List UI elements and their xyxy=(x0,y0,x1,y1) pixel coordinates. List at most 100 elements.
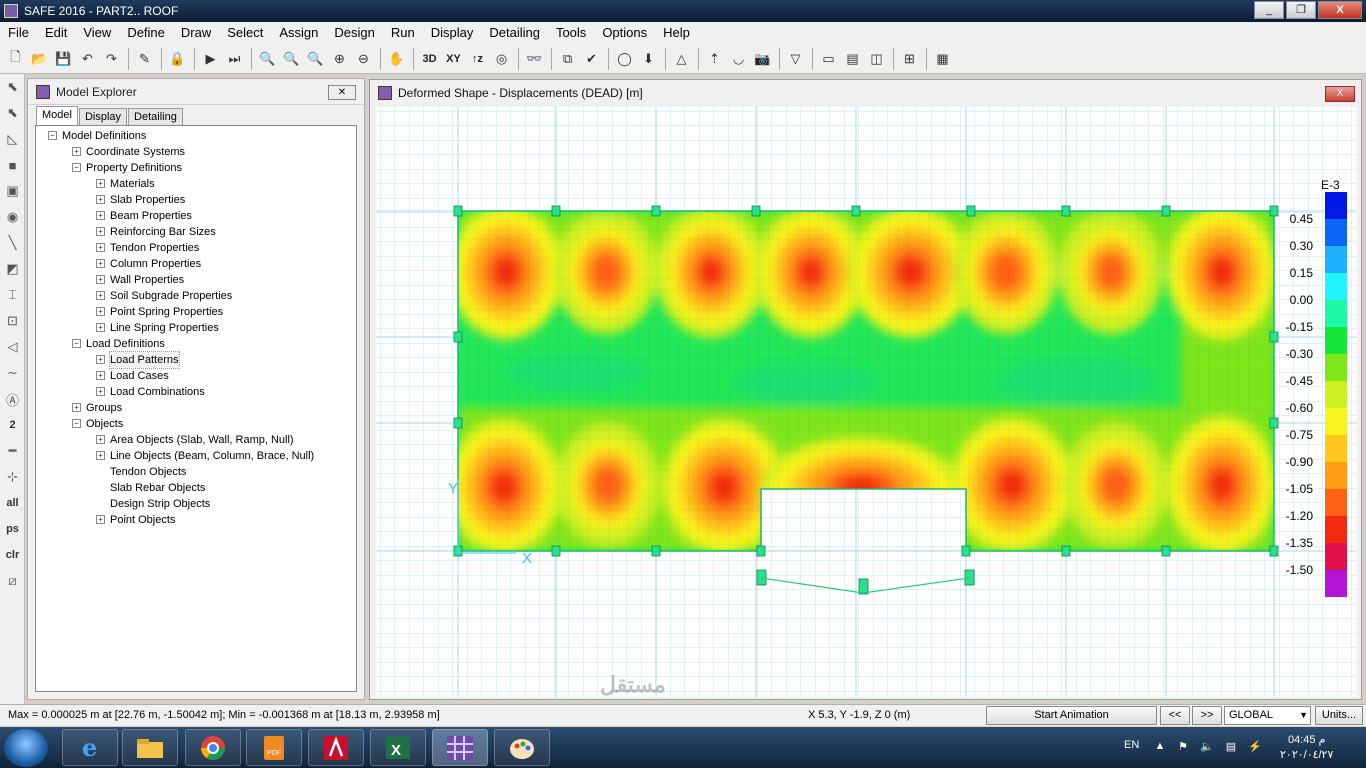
check-icon[interactable]: ✔ xyxy=(580,47,603,70)
tree-node[interactable]: + Column Properties xyxy=(36,256,356,272)
pdf-reader-icon[interactable]: PDF xyxy=(246,729,302,766)
collapse-icon[interactable]: − xyxy=(48,131,57,140)
view-3d-button[interactable]: 3D xyxy=(418,47,441,70)
tree-node[interactable]: + Line Objects (Beam, Column, Brace, Null… xyxy=(36,448,356,464)
triangle-icon[interactable]: △ xyxy=(670,47,693,70)
collapse-icon[interactable]: − xyxy=(72,339,81,348)
grid-icon[interactable]: ⊞ xyxy=(898,47,921,70)
expand-icon[interactable]: + xyxy=(96,227,105,236)
dimension-icon[interactable]: 2 xyxy=(0,412,25,438)
tree-node[interactable]: + Slab Properties xyxy=(36,192,356,208)
lock-icon[interactable]: 🔒 xyxy=(166,47,189,70)
tab-detailing[interactable]: Detailing xyxy=(128,108,183,126)
expand-icon[interactable]: + xyxy=(96,243,105,252)
clear-selection-button[interactable]: clr xyxy=(0,542,25,568)
menu-run[interactable]: Run xyxy=(383,22,423,44)
tree-node[interactable]: + Point Objects xyxy=(36,512,356,528)
menu-select[interactable]: Select xyxy=(219,22,271,44)
expand-icon[interactable]: + xyxy=(96,195,105,204)
maximize-button[interactable]: ❐ xyxy=(1286,1,1316,19)
chrome-icon[interactable] xyxy=(185,729,241,766)
camera-icon[interactable]: 📷 xyxy=(751,47,774,70)
zoom-window-icon[interactable]: 🔍 xyxy=(256,47,279,70)
draw-area-icon[interactable]: ◺ xyxy=(0,126,25,152)
model-view[interactable]: X Y E-3 0.45 0.30 0.15 0.00 -0.15 -0.30 -0.45 -0… xyxy=(376,107,1357,697)
collapse-icon[interactable]: − xyxy=(72,419,81,428)
expand-icon[interactable]: + xyxy=(96,275,105,284)
expand-icon[interactable]: + xyxy=(72,147,81,156)
run-icon[interactable]: ▶ xyxy=(199,47,222,70)
draw-beam-icon[interactable]: ◩ xyxy=(0,256,25,282)
run-design-icon[interactable]: ⏭ xyxy=(223,47,246,70)
minimize-button[interactable]: _ xyxy=(1254,1,1284,19)
clock[interactable]: 04:45 م ٢٠٢٠/٠٤/٢٧ xyxy=(1280,733,1333,763)
menu-edit[interactable]: Edit xyxy=(37,22,75,44)
menu-help[interactable]: Help xyxy=(655,22,698,44)
show-hidden-icons-icon[interactable]: ▲ xyxy=(1153,740,1167,754)
tree-node[interactable]: + Point Spring Properties xyxy=(36,304,356,320)
autocad-icon[interactable] xyxy=(308,729,364,766)
tab-display[interactable]: Display xyxy=(78,108,128,126)
expand-icon[interactable]: + xyxy=(96,451,105,460)
file-explorer-icon[interactable] xyxy=(122,729,178,766)
draw-ramp-icon[interactable]: ◁ xyxy=(0,334,25,360)
menu-view[interactable]: View xyxy=(75,22,119,44)
pointer-icon[interactable]: ⬉ xyxy=(0,74,25,100)
circle-icon[interactable]: ◯ xyxy=(613,47,636,70)
draw-column-icon[interactable]: ◉ xyxy=(0,204,25,230)
model-explorer-close-button[interactable]: ✕ xyxy=(328,85,356,100)
deformed-shape-icon[interactable]: ◡ xyxy=(727,47,750,70)
safe-taskbar-icon[interactable] xyxy=(432,729,488,766)
tree-node[interactable]: − Load Definitions xyxy=(36,336,356,352)
menu-file[interactable]: File xyxy=(0,22,37,44)
tree-node[interactable]: + Load Patterns xyxy=(36,351,356,369)
zoom-prev-icon[interactable]: 🔍 xyxy=(304,47,327,70)
view-z-button[interactable]: ↑z xyxy=(466,47,489,70)
network-icon[interactable]: ▤ xyxy=(1224,740,1238,754)
select-all-button[interactable]: all xyxy=(0,490,25,516)
canvas-close-button[interactable]: X xyxy=(1325,86,1355,102)
expand-icon[interactable]: + xyxy=(96,371,105,380)
expand-icon[interactable]: + xyxy=(96,387,105,396)
expand-icon[interactable]: + xyxy=(96,515,105,524)
zoom-out-icon[interactable]: ⊖ xyxy=(352,47,375,70)
start-button[interactable] xyxy=(4,729,48,767)
pencil-icon[interactable]: ✎ xyxy=(133,47,156,70)
expand-icon[interactable]: + xyxy=(96,323,105,332)
expand-icon[interactable]: + xyxy=(96,211,105,220)
draw-wall-icon[interactable]: ⌶ xyxy=(0,282,25,308)
tree-node[interactable]: + Coordinate Systems xyxy=(36,144,356,160)
open-file-icon[interactable]: 📂 xyxy=(28,47,51,70)
menu-options[interactable]: Options xyxy=(594,22,655,44)
view-xy-button[interactable]: XY xyxy=(442,47,465,70)
tree-node[interactable]: + Area Objects (Slab, Wall, Ramp, Null) xyxy=(36,432,356,448)
perspective-icon[interactable]: 👓 xyxy=(523,47,546,70)
tree-node[interactable]: − Objects xyxy=(36,416,356,432)
draw-rebar-icon[interactable]: Ⓐ xyxy=(0,386,25,412)
draw-strip-icon[interactable]: ⊡ xyxy=(0,308,25,334)
start-animation-button[interactable]: Start Animation xyxy=(986,706,1157,725)
slab-forces-icon[interactable]: ▽ xyxy=(784,47,807,70)
paint-icon[interactable] xyxy=(494,729,550,766)
tree-node[interactable]: Slab Rebar Objects xyxy=(36,480,356,496)
draw-tendon-icon[interactable]: ∼ xyxy=(0,360,25,386)
redo-icon[interactable]: ↷ xyxy=(100,47,123,70)
expand-icon[interactable]: + xyxy=(96,179,105,188)
tree-node[interactable]: + Beam Properties xyxy=(36,208,356,224)
punching-icon[interactable]: ◫ xyxy=(865,47,888,70)
menu-detailing[interactable]: Detailing xyxy=(481,22,548,44)
expand-icon[interactable]: + xyxy=(96,435,105,444)
tables-icon[interactable]: ▦ xyxy=(931,47,954,70)
tab-model[interactable]: Model xyxy=(36,106,78,126)
tree-node[interactable]: + Reinforcing Bar Sizes xyxy=(36,224,356,240)
tree-node[interactable]: + Soil Subgrade Properties xyxy=(36,288,356,304)
tree-node[interactable]: − Model Definitions xyxy=(36,128,356,144)
draw-opening-icon[interactable]: ▣ xyxy=(0,178,25,204)
tree-node[interactable]: + Load Combinations xyxy=(36,384,356,400)
pan-icon[interactable]: ✋ xyxy=(385,47,408,70)
tree-node[interactable]: + Groups xyxy=(36,400,356,416)
save-icon[interactable]: 💾 xyxy=(52,47,75,70)
select-previous-button[interactable]: ps xyxy=(0,516,25,542)
coordinate-system-select[interactable]: GLOBAL ▼ xyxy=(1224,706,1311,725)
rotate-icon[interactable]: ◎ xyxy=(490,47,513,70)
